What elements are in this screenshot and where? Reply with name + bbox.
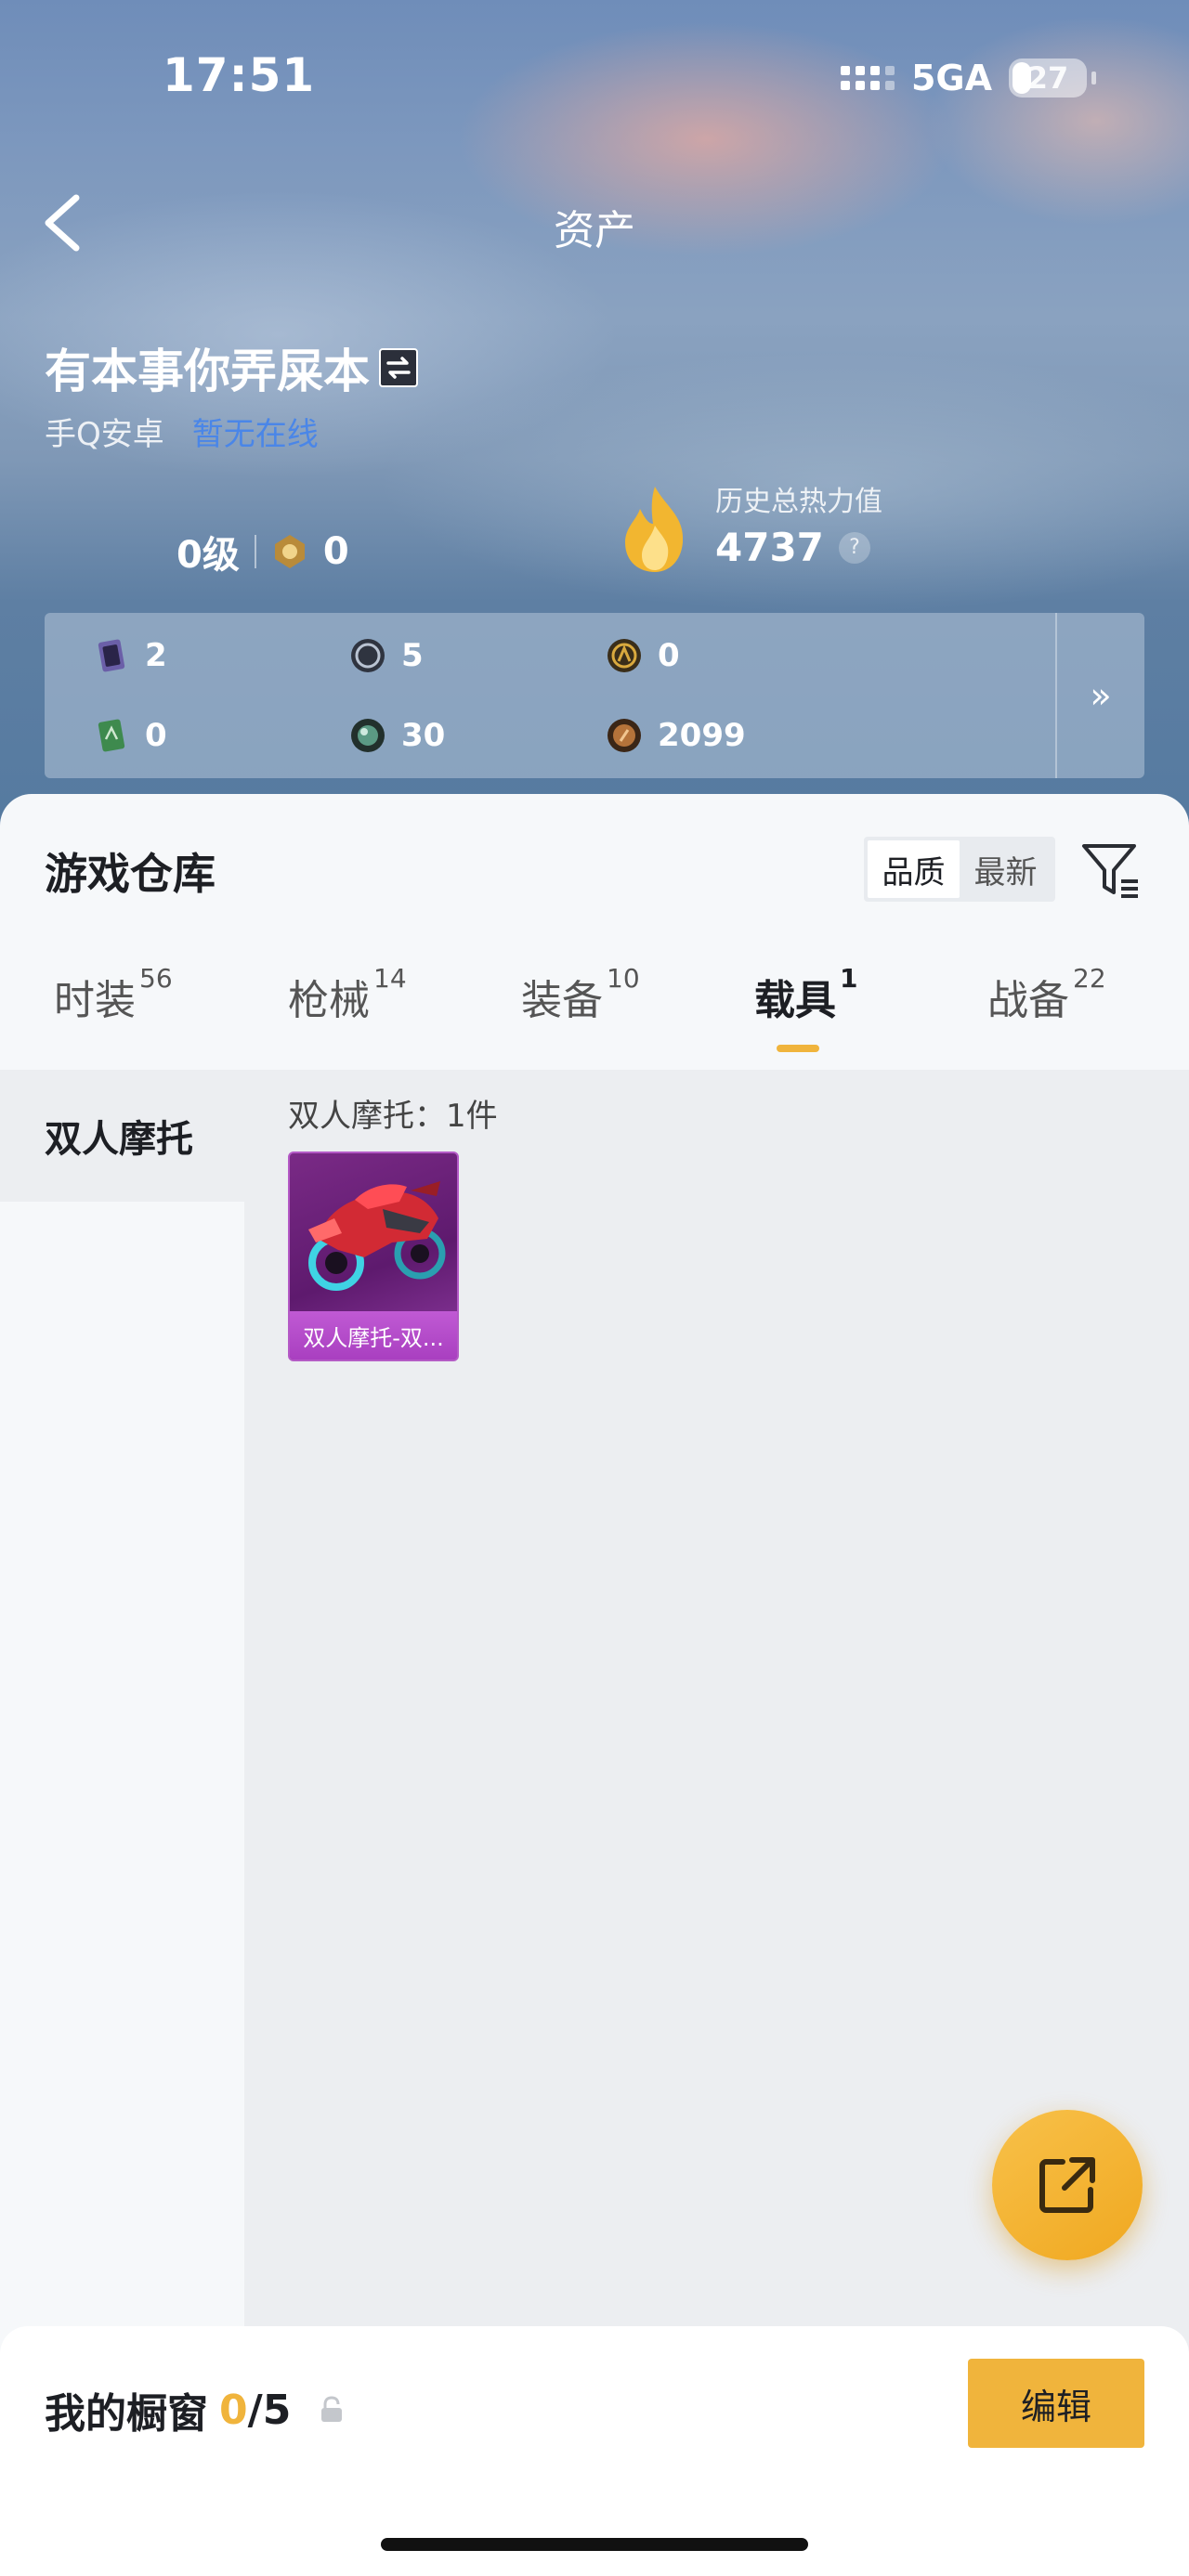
tab-count: 10 [607,963,640,994]
category-tabs: 时装 56 枪械 14 装备 10 载具 1 战备 22 [0,963,1189,1050]
warehouse-title: 游戏仓库 [45,849,216,899]
active-tab-indicator [777,1045,819,1052]
currency-orb-teal: 30 [349,717,445,754]
item-card[interactable]: 双人摩托-双... [288,1151,459,1361]
platform-label: 手Q安卓 [45,416,164,453]
currency-more-button[interactable]: » [1055,613,1144,778]
currency-card-green: 0 [93,717,167,754]
currency-value: 30 [401,717,446,754]
currency-value: 2099 [658,717,746,754]
power-label: 历史总热力值 [715,486,882,518]
showcase-label: 我的橱窗 [45,2390,208,2438]
orb-teal-icon [349,717,386,754]
share-icon [1039,2157,1095,2213]
currency-value: 2 [145,637,167,674]
card-green-icon [93,717,130,754]
currency-value: 0 [658,637,680,674]
help-icon[interactable]: ? [838,531,870,564]
flame-icon [625,487,684,572]
switch-account-icon[interactable] [379,348,418,387]
level-row: 0级 0 [176,525,349,579]
tab-label: 战备 [987,977,1069,1024]
share-button[interactable] [992,2110,1143,2260]
currency-coin-gold: 0 [606,637,680,674]
username: 有本事你弄屎本 [45,345,370,398]
filter-icon[interactable] [1080,840,1142,900]
currency-value: 0 [145,717,167,754]
currency-coin-silver: 5 [349,637,424,674]
profile-header: 17:51 5GA 27 资产 有本事你弄屎本 手Q安卓 暂无在线 0级 0 历… [0,0,1189,836]
showcase-label-row: 我的橱窗 0/5 [45,2380,345,2439]
card-purple-icon [93,637,130,674]
tab-count: 1 [840,963,858,994]
badge-count: 0 [322,530,349,573]
edit-button[interactable]: 编辑 [968,2359,1144,2448]
status-indicators: 5GA 27 [840,58,1096,98]
showcase-total: /5 [247,2386,292,2434]
sidebar-item-motorbike[interactable]: 双人摩托 [0,1070,244,1202]
tab-vehicles[interactable]: 载具 1 [754,963,857,1026]
tab-equipment[interactable]: 装备 10 [521,963,640,1026]
coin-gold-icon [606,637,643,674]
item-count-label: 双人摩托：1件 [288,1098,498,1135]
sort-newest-button[interactable]: 最新 [960,840,1052,898]
home-indicator [381,2538,808,2551]
tab-guns[interactable]: 枪械 14 [288,963,407,1026]
online-status: 暂无在线 [191,416,319,453]
item-name: 双人摩托-双... [290,1311,457,1360]
sort-toggle: 品质 最新 [864,837,1055,902]
tab-count: 22 [1073,963,1106,994]
currency-card-purple: 2 [93,637,167,674]
tab-label: 枪械 [288,977,370,1024]
tab-label: 装备 [521,977,603,1024]
power-value: 4737 [715,525,824,570]
motorbike-icon [308,1181,446,1291]
currency-panel: 2 5 0 0 30 2099 » [45,613,1144,778]
rank-badge-icon [274,535,305,568]
coin-bronze-icon [606,717,643,754]
tab-count: 56 [139,963,173,994]
level-value: 0级 [176,534,240,577]
sort-quality-button[interactable]: 品质 [868,840,960,898]
warehouse-sheet: 游戏仓库 品质 最新 时装 56 枪械 14 装备 10 载具 1 战备 22 双人摩托 … [0,794,1189,2576]
signal-icon [840,66,895,90]
page-title: 资产 [554,207,635,254]
divider [254,535,256,568]
tab-label: 载具 [754,977,836,1024]
tab-label: 时装 [54,977,136,1024]
lock-icon [321,2396,343,2422]
tab-count: 14 [373,963,407,994]
battery-level: 27 [1026,60,1069,96]
tab-supplies[interactable]: 战备 22 [987,963,1106,1026]
coin-silver-icon [349,637,386,674]
username-row: 有本事你弄屎本 [45,334,418,401]
currency-value: 5 [401,637,424,674]
network-type: 5GA [910,58,992,98]
platform-row: 手Q安卓 暂无在线 [45,409,319,454]
battery-icon: 27 [1009,59,1096,98]
currency-coin-bronze: 2099 [606,717,746,754]
status-time: 17:51 [163,48,316,102]
power-row: 4737 ? [715,525,870,570]
tab-fashion[interactable]: 时装 56 [54,963,173,1026]
showcase-count: 0 [219,2386,248,2434]
